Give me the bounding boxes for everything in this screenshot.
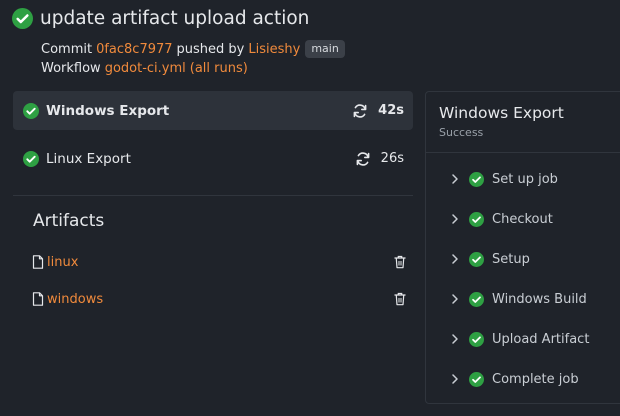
- all-runs-link[interactable]: all runs: [195, 61, 243, 76]
- pushed-by-label: pushed by: [176, 41, 245, 57]
- success-check-icon: [23, 102, 39, 119]
- artifact-item-linux: linux: [32, 252, 406, 272]
- author-link[interactable]: Lisieshy: [248, 42, 300, 57]
- run-header: update artifact upload action: [12, 4, 412, 32]
- panel-job-title: Windows Export: [439, 104, 564, 122]
- artifact-item-windows: windows: [32, 289, 406, 309]
- run-title-row: update artifact upload action: [12, 4, 412, 32]
- step-label: Upload Artifact: [492, 331, 590, 347]
- artifacts-heading: Artifacts: [33, 211, 105, 231]
- success-check-icon: [469, 371, 484, 387]
- run-title: update artifact upload action: [40, 7, 310, 29]
- job-name: Windows Export: [46, 102, 170, 119]
- chevron-right-icon: [452, 254, 458, 264]
- section-divider: [13, 195, 413, 196]
- rerun-icon[interactable]: [352, 103, 368, 119]
- job-item-linux-export[interactable]: Linux Export 26s: [13, 139, 413, 178]
- success-check-icon: [23, 150, 39, 167]
- success-check-icon: [469, 251, 484, 267]
- trash-icon[interactable]: [394, 292, 406, 306]
- file-icon: [32, 292, 44, 306]
- trash-icon[interactable]: [394, 255, 406, 269]
- step-label: Set up job: [492, 171, 558, 187]
- success-check-icon: [12, 7, 33, 29]
- commit-sha-link[interactable]: 0fac8c7977: [96, 42, 172, 57]
- chevron-right-icon: [452, 214, 458, 224]
- commit-label: Commit: [41, 41, 93, 57]
- success-check-icon: [469, 331, 484, 347]
- step-label: Windows Build: [492, 291, 587, 307]
- step-windows-build[interactable]: Windows Build: [450, 289, 587, 309]
- success-check-icon: [469, 171, 484, 187]
- job-duration: 42s: [378, 103, 404, 118]
- workflow-file-link[interactable]: godot-ci.yml: [105, 61, 186, 76]
- step-label: Setup: [492, 251, 530, 267]
- step-complete-job[interactable]: Complete job: [450, 369, 579, 389]
- rerun-icon[interactable]: [355, 151, 371, 167]
- commit-line: Commit 0fac8c7977 pushed by Lisieshy mai…: [41, 40, 345, 58]
- step-set-up-job[interactable]: Set up job: [450, 169, 558, 189]
- artifact-download-link[interactable]: windows: [47, 292, 394, 307]
- chevron-right-icon: [452, 374, 458, 384]
- success-check-icon: [469, 291, 484, 307]
- panel-divider: [426, 152, 620, 153]
- all-runs-paren-close: ): [242, 61, 248, 76]
- step-label: Complete job: [492, 371, 579, 387]
- step-label: Checkout: [492, 211, 553, 227]
- job-item-windows-export[interactable]: Windows Export 42s: [13, 91, 413, 130]
- panel-job-status: Success: [439, 126, 484, 139]
- step-upload-artifact[interactable]: Upload Artifact: [450, 329, 589, 349]
- workflow-line: Workflow godot-ci.yml (all runs): [41, 61, 248, 76]
- job-name: Linux Export: [46, 150, 131, 167]
- file-icon: [32, 255, 44, 269]
- chevron-right-icon: [452, 294, 458, 304]
- job-detail-panel: Windows Export Success Set up job Checko…: [425, 91, 620, 404]
- artifact-download-link[interactable]: linux: [47, 255, 394, 270]
- workflow-label: Workflow: [41, 61, 101, 76]
- success-check-icon: [469, 211, 484, 227]
- chevron-right-icon: [452, 174, 458, 184]
- step-setup[interactable]: Setup: [450, 249, 530, 269]
- step-checkout[interactable]: Checkout: [450, 209, 553, 229]
- job-duration: 26s: [380, 151, 404, 166]
- branch-badge[interactable]: main: [305, 40, 345, 58]
- chevron-right-icon: [452, 334, 458, 344]
